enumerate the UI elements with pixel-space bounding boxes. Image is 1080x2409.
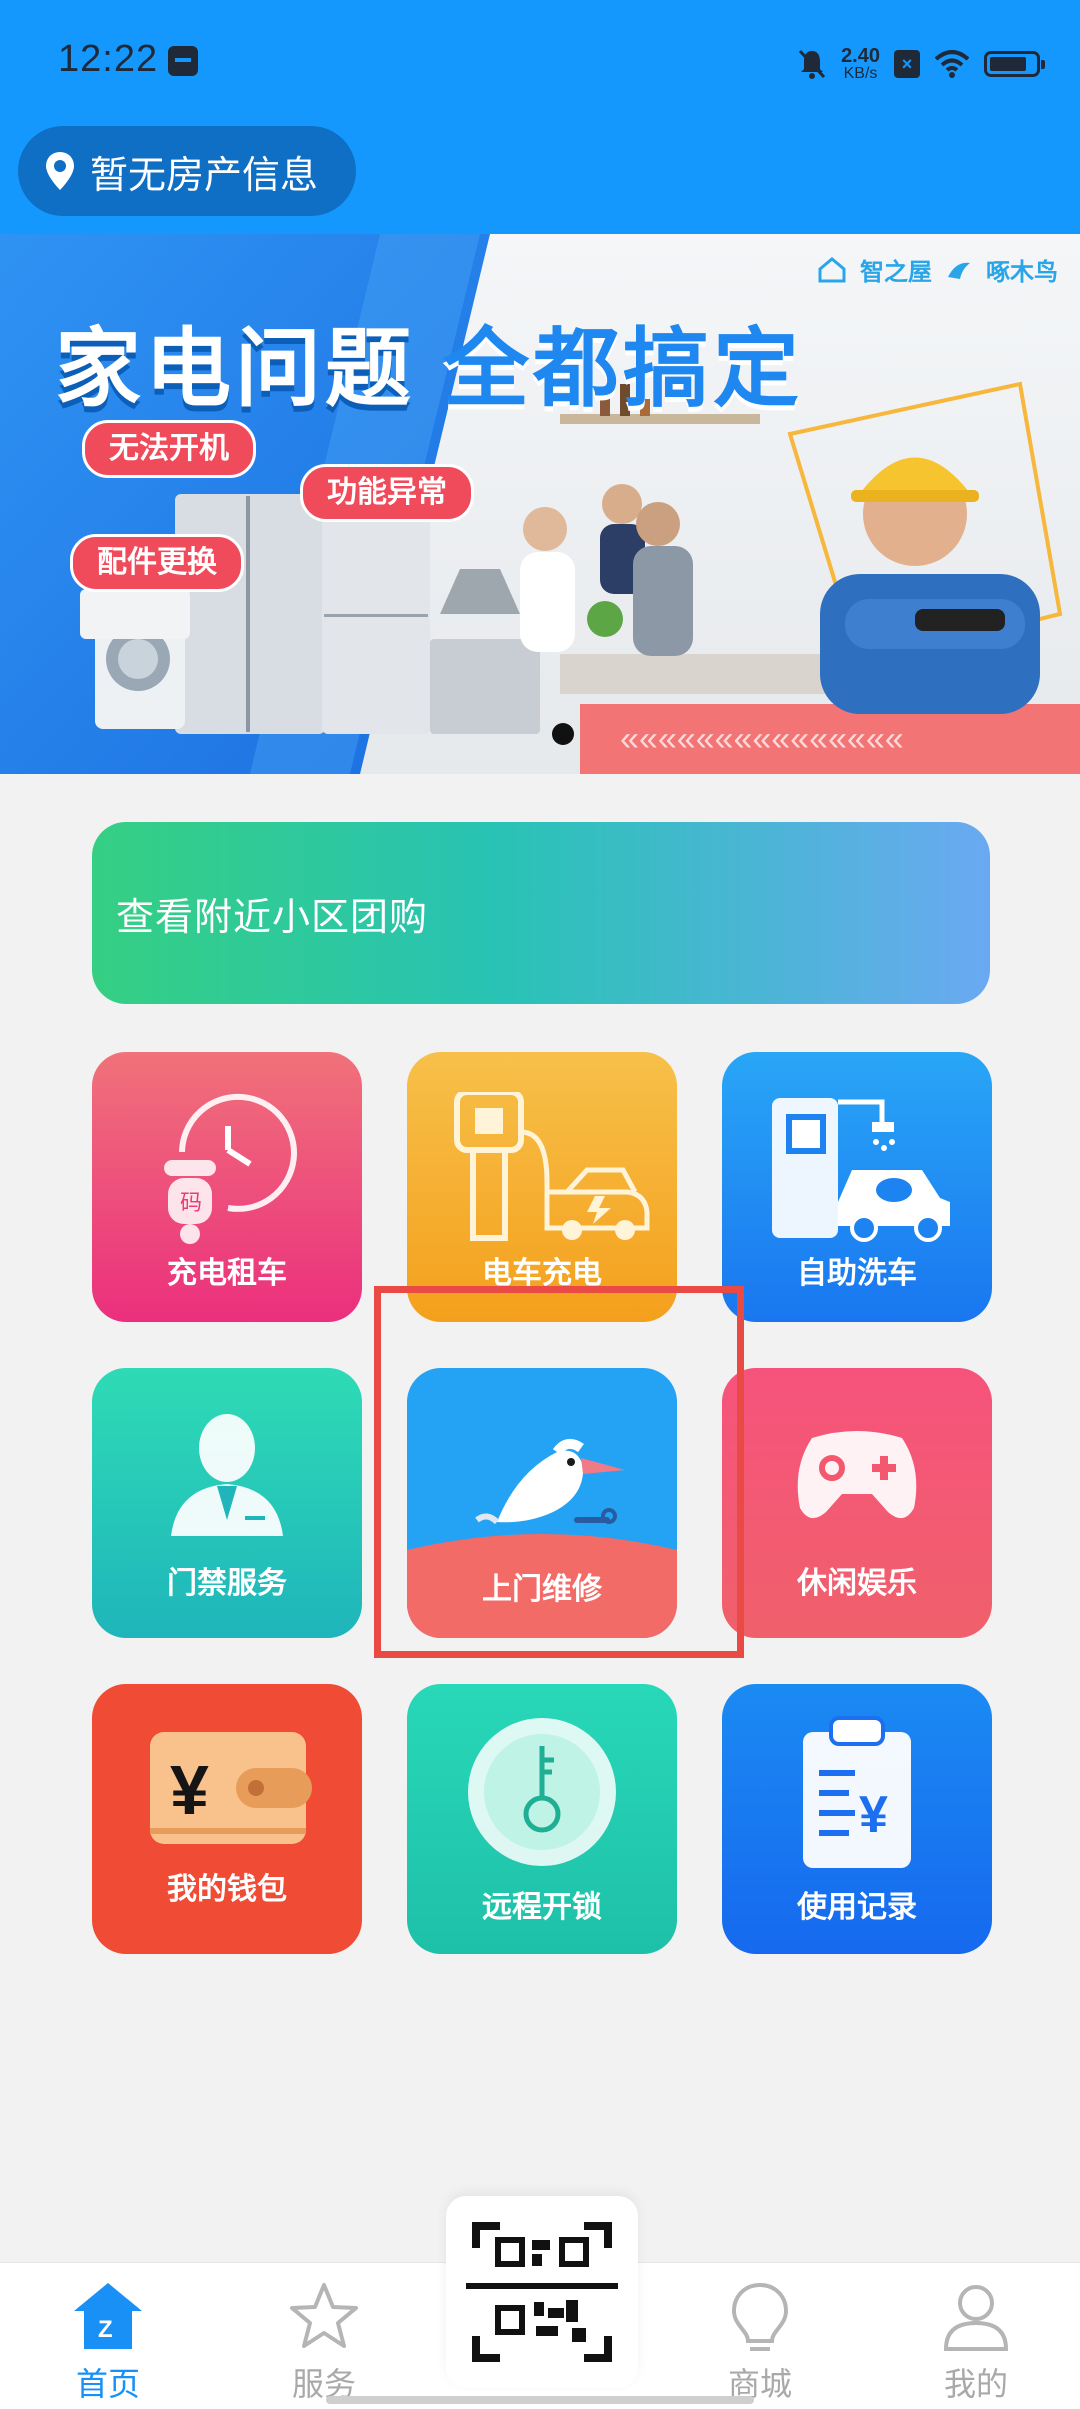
- nav-mall[interactable]: 商城: [680, 2263, 840, 2409]
- car-wash-icon: [772, 1098, 950, 1242]
- network-speed: 2.40 KB/s: [841, 46, 880, 82]
- nearby-group-buy-button[interactable]: 查看附近小区团购: [92, 822, 990, 1004]
- network-speed-value: 2.40: [841, 45, 880, 67]
- battery-icon: [984, 51, 1045, 77]
- wallet-icon: ¥: [150, 1732, 312, 1844]
- nav-service[interactable]: 服务: [244, 2263, 404, 2409]
- wallet-currency: ¥: [170, 1751, 209, 1829]
- bulb-icon: [731, 2282, 789, 2351]
- house-logo-icon: [818, 256, 846, 282]
- tile-access-control[interactable]: 门禁服务: [92, 1368, 362, 1638]
- group-buy-label: 查看附近小区团购: [116, 896, 429, 939]
- network-speed-unit: KB/s: [843, 65, 878, 82]
- scooter-clock-icon: 码: [164, 1093, 297, 1244]
- home-icon: Z: [74, 2283, 142, 2349]
- nav-mine-label: 我的: [943, 2366, 1008, 2402]
- tile-remote-unlock[interactable]: 远程开锁: [407, 1684, 677, 1954]
- nav-home[interactable]: Z 首页: [28, 2263, 188, 2409]
- notification-app-icon: [168, 46, 198, 76]
- location-selector[interactable]: 暂无房产信息: [18, 126, 356, 216]
- tile-label: 使用记录: [797, 1891, 917, 1924]
- key-circle-icon: [468, 1718, 616, 1866]
- banner-tag-no-power: 无法开机: [82, 420, 256, 478]
- brand-logos: 智之屋 啄木鸟: [818, 252, 1058, 287]
- nav-mine[interactable]: 我的: [896, 2263, 1056, 2409]
- status-time: 12:22: [58, 38, 159, 80]
- svg-text:«««««««««««««««: «««««««««««««««: [620, 720, 904, 758]
- banner-title: 家电问题 全都搞定: [55, 298, 803, 423]
- banner-title-part1: 家电问题: [55, 321, 415, 417]
- tile-ev-charging[interactable]: 电车充电: [407, 1052, 677, 1322]
- nav-home-label: 首页: [75, 2366, 140, 2402]
- svg-text:Z: Z: [98, 2316, 113, 2343]
- doorman-icon: [171, 1414, 283, 1536]
- meter-char: 码: [180, 1190, 202, 1215]
- promo-banner[interactable]: ««««««««««««««« 智之屋 啄木鸟 家电问题 全都搞定 无法开机 功…: [0, 234, 1080, 774]
- tile-usage-records[interactable]: ¥ 使用记录: [722, 1684, 992, 1954]
- gesture-home-bar[interactable]: [326, 2396, 754, 2404]
- tile-label: 远程开锁: [482, 1891, 602, 1924]
- ev-charger-car-icon: [454, 1092, 650, 1241]
- highlight-box: [374, 1286, 744, 1658]
- record-currency: ¥: [859, 1786, 888, 1844]
- status-icons: 2.40 KB/s ×: [797, 40, 1045, 88]
- gamepad-icon: [797, 1431, 917, 1519]
- sim-icon: ×: [894, 50, 920, 78]
- tile-label: 门禁服务: [167, 1567, 287, 1600]
- tile-my-wallet[interactable]: ¥ 我的钱包: [92, 1684, 362, 1954]
- tile-entertainment[interactable]: 休闲娱乐: [722, 1368, 992, 1638]
- qr-scan-icon: [466, 2222, 618, 2362]
- banner-tag-parts: 配件更换: [70, 534, 244, 592]
- tile-label: 自助洗车: [797, 1257, 917, 1290]
- tile-charging-rental[interactable]: 码 充电租车: [92, 1052, 362, 1322]
- scan-qr-button[interactable]: [446, 2196, 638, 2388]
- banner-tag-malfunction: 功能异常: [300, 464, 474, 522]
- location-pin-icon: [46, 152, 74, 190]
- brand-left-text: 智之屋: [860, 259, 932, 286]
- brand-right-text: 啄木鸟: [986, 259, 1058, 286]
- tile-label: 休闲娱乐: [797, 1567, 917, 1600]
- tile-label: 我的钱包: [167, 1873, 287, 1906]
- banner-title-part2: 全都搞定: [443, 321, 803, 417]
- tile-label: 充电租车: [167, 1257, 287, 1290]
- top-header: 12:22 2.40 KB/s × 暂无房产信息: [0, 0, 1080, 234]
- clipboard-bill-icon: ¥: [803, 1716, 911, 1868]
- wifi-icon: [934, 50, 970, 78]
- woodpecker-logo-icon: [948, 262, 970, 279]
- mute-bell-icon: [798, 49, 826, 79]
- tile-car-wash[interactable]: 自助洗车: [722, 1052, 992, 1322]
- location-label: 暂无房产信息: [90, 154, 319, 197]
- user-icon: [943, 2285, 1009, 2351]
- star-icon: [290, 2283, 358, 2348]
